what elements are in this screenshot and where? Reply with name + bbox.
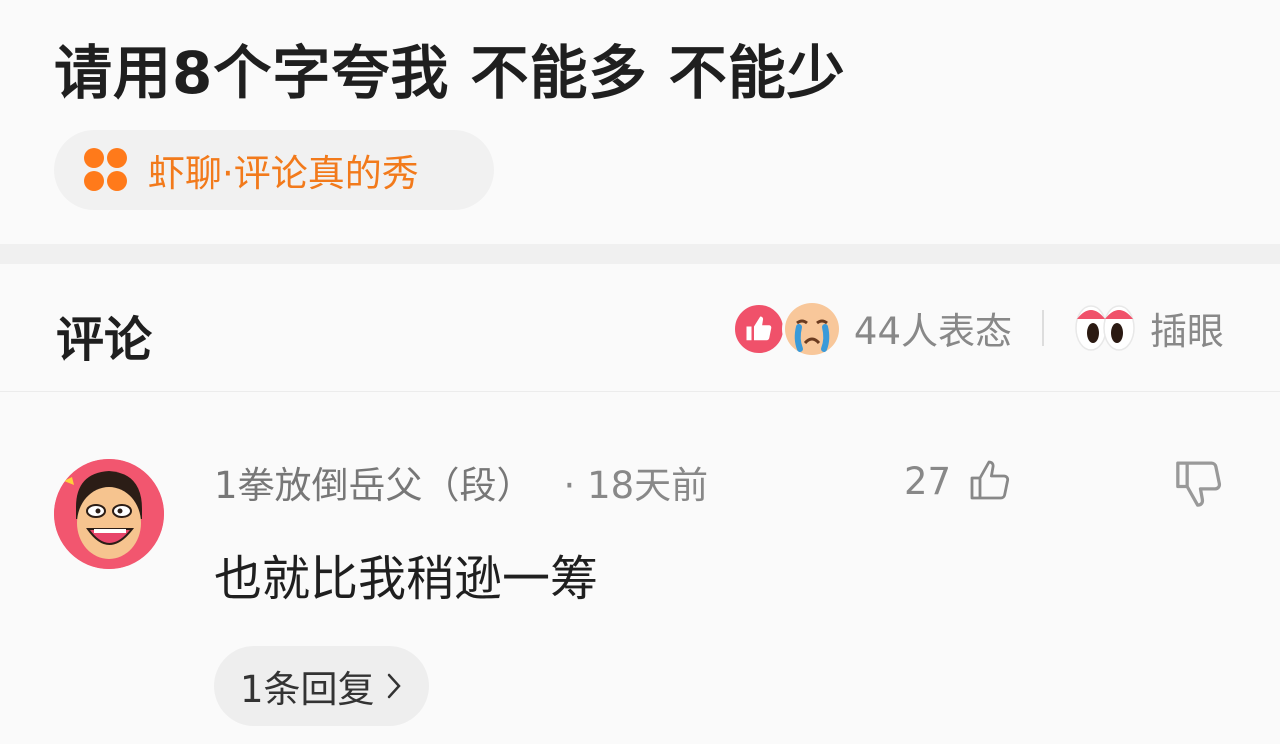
reactions-bar: 44人表态 插眼: [731, 300, 1224, 358]
comments-header: 评论 44人表态 插眼: [0, 264, 1280, 392]
comment-item: 1拳放倒岳父（段） · 18天前 27 也就比我稍逊一筹 1条回复: [0, 393, 1280, 744]
comment-meta: 1拳放倒岳父（段） · 18天前: [214, 457, 708, 507]
view-replies-button[interactable]: 1条回复: [214, 646, 429, 726]
thumbs-up-outline-icon: [970, 460, 1010, 500]
eye-label[interactable]: 插眼: [1150, 301, 1224, 355]
reaction-icons[interactable]: [731, 300, 844, 358]
page: 请用8个字夸我 不能多 不能少 虾聊·评论真的秀 评论 44人表态 插眼 1拳放…: [0, 0, 1280, 744]
comment-text: 也就比我稍逊一筹: [214, 551, 599, 607]
chevron-right-icon: [387, 673, 401, 699]
circle-tag-button[interactable]: 虾聊·评论真的秀: [54, 130, 494, 210]
reply-count-label: 1条回复: [240, 668, 375, 711]
thumbs-down-icon[interactable]: [1172, 455, 1228, 511]
thumbs-up-icon: [731, 302, 786, 356]
like-count: 27: [904, 459, 952, 503]
crying-face-icon: [781, 300, 842, 358]
comments-title: 评论: [56, 312, 153, 368]
reactions-divider: [1042, 310, 1044, 346]
comment-time: · 18天前: [563, 464, 709, 507]
post-title: 请用8个字夸我 不能多 不能少: [54, 39, 846, 107]
avatar[interactable]: [54, 459, 164, 569]
comment-author[interactable]: 1拳放倒岳父（段）: [214, 455, 534, 509]
like-button[interactable]: 27: [904, 453, 1015, 509]
post-header: 请用8个字夸我 不能多 不能少 虾聊·评论真的秀: [0, 0, 1280, 244]
section-divider: [0, 244, 1280, 264]
eyes-icon[interactable]: [1074, 303, 1136, 353]
circle-tag-label: 虾聊·评论真的秀: [148, 152, 419, 195]
reaction-count[interactable]: 44人表态: [854, 301, 1012, 355]
clover-icon: [84, 148, 128, 192]
